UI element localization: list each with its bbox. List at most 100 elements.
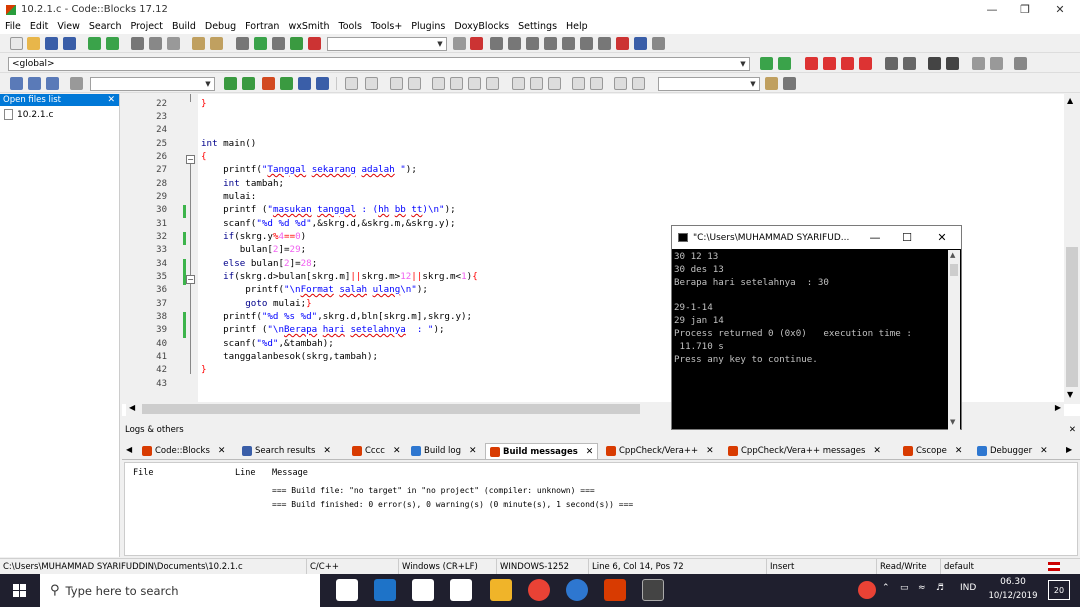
menu-wxsmith[interactable]: wxSmith (288, 21, 329, 32)
cut-icon[interactable] (131, 37, 144, 50)
bookmark-next-icon[interactable] (841, 57, 854, 70)
step-into-icon[interactable] (526, 37, 539, 50)
jump-forward-icon[interactable] (778, 57, 791, 70)
wifi-icon[interactable]: ≈ (918, 583, 926, 593)
prev-marker-icon[interactable] (10, 77, 23, 90)
menu-tools-plus[interactable]: Tools+ (371, 21, 402, 32)
save-all-icon[interactable] (63, 37, 76, 50)
symbol-c-icon[interactable] (632, 77, 645, 90)
dropbox-icon[interactable] (450, 579, 472, 601)
scope-combo[interactable]: <global> ▼ (8, 57, 750, 71)
menu-file[interactable]: File (5, 21, 21, 32)
find-icon[interactable] (192, 37, 205, 50)
tab-build-log[interactable]: Build log ✕ (411, 443, 477, 459)
battery-icon[interactable]: ▭ (900, 583, 909, 593)
menu-settings[interactable]: Settings (518, 21, 557, 32)
clock-date[interactable]: 10/12/2019 (986, 591, 1040, 601)
tab-build-messages[interactable]: Build messages ✕ (485, 443, 599, 459)
scroll-left-icon[interactable]: ◀ (129, 403, 135, 412)
layout-d-icon[interactable] (486, 77, 499, 90)
wrench-icon[interactable] (783, 77, 796, 90)
menu-tools[interactable]: Tools (339, 21, 362, 32)
undo-icon[interactable] (88, 37, 101, 50)
layout-e-icon[interactable] (512, 77, 525, 90)
step-instruction-icon[interactable] (580, 37, 593, 50)
nav-back-icon[interactable] (224, 77, 237, 90)
open-file-item[interactable]: 10.2.1.c (4, 109, 119, 120)
bookmark-prev-icon[interactable] (823, 57, 836, 70)
taskbar-search-box[interactable]: ⚲ Type here to search (40, 574, 320, 607)
notification-center-icon[interactable]: 20 (1048, 580, 1070, 600)
editor-vertical-scrollbar[interactable]: ▲ ▼ (1064, 94, 1080, 404)
layout-a-icon[interactable] (432, 77, 445, 90)
build-run-icon[interactable] (272, 37, 285, 50)
console-minimize-button[interactable]: — (859, 226, 891, 249)
chevron-up-icon[interactable]: ⌃ (882, 583, 890, 593)
tab-cscope[interactable]: Cscope ✕ (903, 443, 962, 459)
scroll-down-icon[interactable]: ▼ (950, 418, 955, 426)
tab-scroll-left-icon[interactable]: ◀ (126, 445, 132, 454)
marker-icon[interactable] (28, 77, 41, 90)
volume-icon[interactable]: ♬ (936, 583, 944, 593)
scroll-right-icon[interactable]: ▶ (1055, 403, 1061, 412)
panel-icon[interactable] (408, 77, 421, 90)
build-target-combo[interactable]: ▼ (327, 37, 447, 51)
scroll-thumb[interactable] (1066, 247, 1078, 387)
redo-icon[interactable] (106, 37, 119, 50)
scroll-thumb[interactable] (142, 404, 640, 414)
task-view-icon[interactable] (336, 579, 358, 601)
menu-view[interactable]: View (57, 21, 80, 32)
console-scrollbar[interactable]: ▲ ▼ (948, 250, 960, 430)
tab-scroll-right-icon[interactable]: ▶ (1066, 445, 1072, 454)
thread-search-icon[interactable] (70, 77, 83, 90)
clock-time[interactable]: 06.30 (994, 577, 1032, 587)
app-icon[interactable] (566, 579, 588, 601)
pointer-icon[interactable] (345, 77, 358, 90)
menu-debug[interactable]: Debug (205, 21, 236, 32)
debug-windows-icon[interactable] (634, 37, 647, 50)
target-options-icon[interactable] (453, 37, 466, 50)
debug-run-icon[interactable] (470, 37, 483, 50)
scroll-thumb[interactable] (950, 264, 958, 276)
paste-icon[interactable] (167, 37, 180, 50)
menu-search[interactable]: Search (89, 21, 122, 32)
menu-fortran[interactable]: Fortran (245, 21, 279, 32)
scroll-up-icon[interactable]: ▲ (1067, 96, 1073, 105)
tab-cccc[interactable]: Cccc ✕ (352, 443, 401, 459)
rebuild-icon[interactable] (290, 37, 303, 50)
fold-toggle-icon[interactable]: − (186, 155, 195, 164)
column-header-line[interactable]: Line (235, 468, 255, 478)
symbol-s-icon[interactable] (614, 77, 627, 90)
doxy-html-icon[interactable] (972, 57, 985, 70)
close-button[interactable]: ✕ (1043, 0, 1077, 19)
file-explorer-icon[interactable] (490, 579, 512, 601)
mail-icon[interactable] (412, 579, 434, 601)
console-output[interactable]: 30 12 13 30 des 13 Berapa hari setelahny… (673, 250, 947, 430)
image-icon[interactable] (390, 77, 403, 90)
tab-codeblocks[interactable]: Code::Blocks ✕ (142, 443, 225, 459)
minimize-button[interactable]: — (975, 0, 1009, 19)
build-messages-list[interactable]: File Line Message === Build file: "no ta… (124, 462, 1078, 556)
frame-icon[interactable] (365, 77, 378, 90)
close-icon[interactable]: ✕ (107, 94, 115, 106)
new-file-icon[interactable] (10, 37, 23, 50)
abort-icon[interactable] (308, 37, 321, 50)
console-title-bar[interactable]: "C:\Users\MUHAMMAD SYARIFUD... — ☐ ✕ (672, 226, 961, 249)
symbol-combo[interactable]: ▼ (658, 77, 760, 91)
next-marker-icon[interactable] (46, 77, 59, 90)
layout-f-icon[interactable] (530, 77, 543, 90)
replace-icon[interactable] (210, 37, 223, 50)
layout-c-icon[interactable] (468, 77, 481, 90)
scroll-down-icon[interactable]: ▼ (1067, 390, 1073, 399)
bookmark-toggle-icon[interactable] (805, 57, 818, 70)
zoom-out-icon[interactable] (590, 77, 603, 90)
maximize-button[interactable]: ❐ (1008, 0, 1042, 19)
menu-project[interactable]: Project (131, 21, 164, 32)
menu-build[interactable]: Build (172, 21, 196, 32)
menu-help[interactable]: Help (566, 21, 588, 32)
bookmark-clear-icon[interactable] (859, 57, 872, 70)
regex-icon[interactable] (316, 77, 329, 90)
menu-plugins[interactable]: Plugins (411, 21, 445, 32)
copy-icon[interactable] (149, 37, 162, 50)
tab-cppcheck-messages[interactable]: CppCheck/Vera++ messages ✕ (728, 443, 881, 459)
